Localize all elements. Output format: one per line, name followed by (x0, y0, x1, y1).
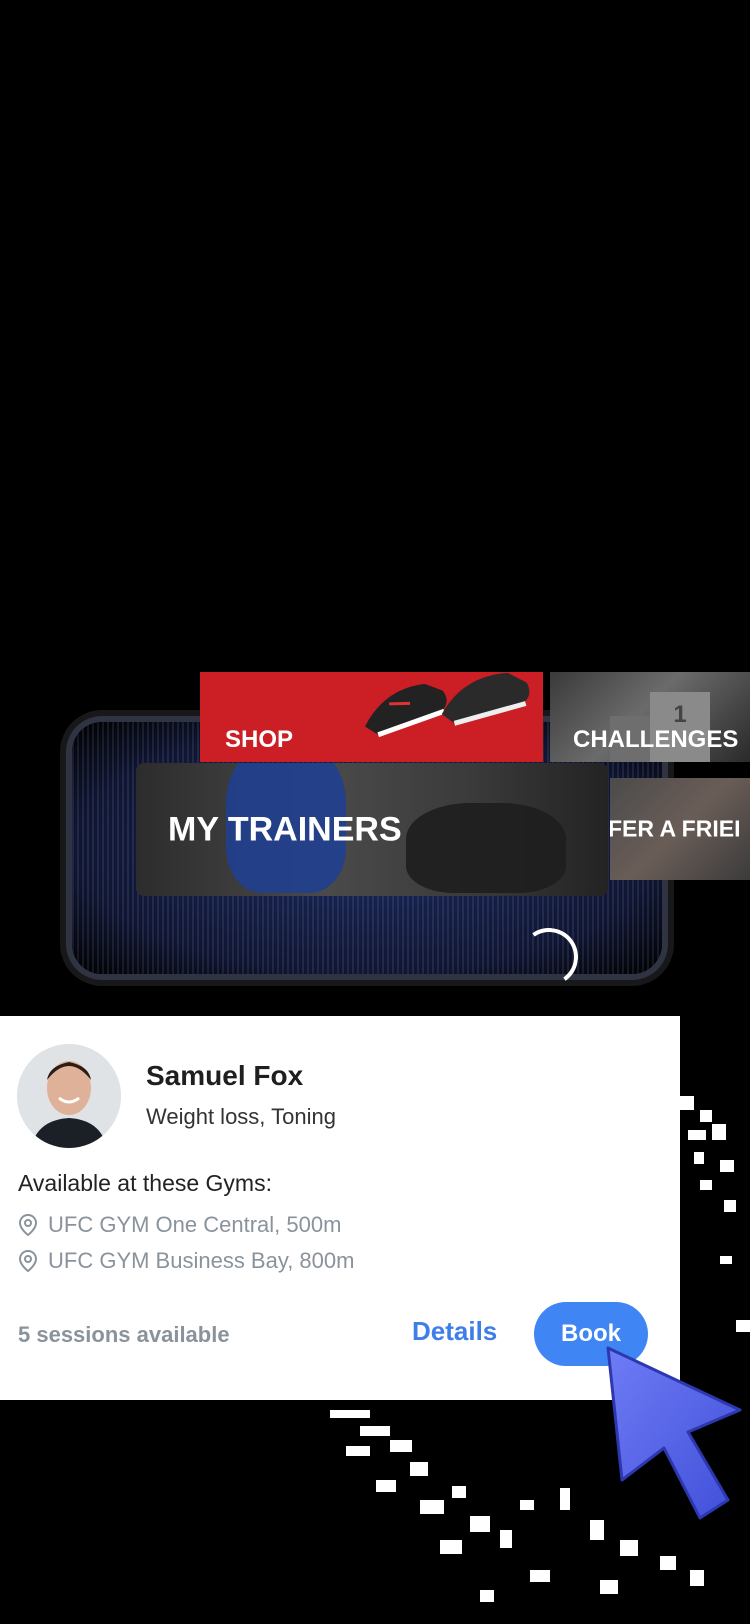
avatar (17, 1044, 121, 1148)
tile-refer-a-friend[interactable]: FER A FRIEI (610, 778, 750, 880)
details-button[interactable]: Details (412, 1316, 497, 1347)
gym-list-item: UFC GYM One Central, 500m (18, 1212, 341, 1238)
avatar-portrait-image (17, 1044, 121, 1148)
trainer-specialty: Weight loss, Toning (146, 1104, 336, 1129)
gyms-heading: Available at these Gyms: (18, 1170, 272, 1196)
tile-challenges-label: CHALLENGES (573, 726, 739, 753)
gym-name: UFC GYM One Central, 500m (48, 1212, 342, 1237)
location-pin-icon (18, 1213, 38, 1237)
svg-text:1: 1 (673, 701, 686, 728)
tile-shop-label: SHOP (225, 726, 294, 753)
tile-shop[interactable]: SHOP (200, 672, 543, 762)
tile-refer-label: FER A FRIEI (610, 815, 741, 842)
tile-challenges[interactable]: 1 CHALLENGES (550, 672, 750, 762)
sessions-available: 5 sessions available (18, 1322, 230, 1347)
client-figure-image (406, 803, 566, 893)
gym-name: UFC GYM Business Bay, 800m (48, 1248, 355, 1273)
trainer-name: Samuel Fox (146, 1060, 304, 1091)
cursor-icon (606, 1346, 742, 1520)
gym-list-item: UFC GYM Business Bay, 800m (18, 1248, 354, 1274)
tile-my-trainers[interactable]: MY TRAINERS (136, 763, 608, 896)
trainer-card[interactable]: Samuel Fox Weight loss, Toning Available… (0, 1016, 680, 1400)
tile-my-trainers-label: MY TRAINERS (168, 810, 402, 848)
location-pin-icon (18, 1249, 38, 1273)
